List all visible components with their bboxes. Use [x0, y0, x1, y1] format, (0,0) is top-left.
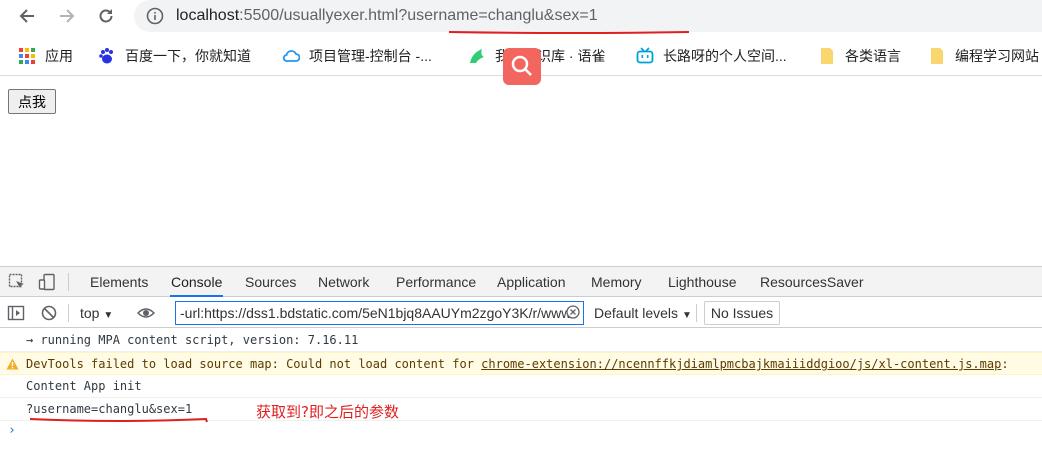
- warning-icon: [6, 358, 19, 370]
- issues-button[interactable]: No Issues: [704, 301, 780, 325]
- annotation-note: 获取到?即之后的参数: [256, 403, 399, 421]
- url-host: localhost: [176, 7, 240, 24]
- info-icon[interactable]: [146, 7, 164, 25]
- tab-lighthouse[interactable]: Lighthouse: [668, 267, 737, 297]
- reload-button[interactable]: [92, 2, 120, 30]
- url-text[interactable]: localhost:5500/usuallyexer.html?username…: [176, 5, 598, 27]
- clear-console-icon[interactable]: [40, 304, 58, 322]
- console-toolbar: top ▼ -url:https://dss1.bdstatic.com/5eN…: [0, 298, 1042, 328]
- levels-label: Default levels: [594, 305, 679, 321]
- bilibili-tv-icon: [636, 47, 654, 64]
- floating-search-widget[interactable]: [503, 48, 541, 85]
- sidebar-toggle-icon[interactable]: [7, 304, 25, 322]
- tab-memory[interactable]: Memory: [591, 267, 642, 297]
- click-me-button[interactable]: 点我: [8, 89, 56, 114]
- tab-sources[interactable]: Sources: [245, 267, 296, 297]
- tab-performance[interactable]: Performance: [396, 267, 476, 297]
- back-button[interactable]: [13, 2, 41, 30]
- log-levels-dropdown[interactable]: Default levels ▼: [594, 303, 692, 323]
- console-message: Content App init: [0, 375, 1042, 398]
- toolbar-divider: [68, 273, 69, 291]
- message-text: → running MPA content script, version: 7…: [26, 333, 359, 347]
- eye-icon[interactable]: [137, 304, 155, 322]
- bookmark-label: 编程学习网站: [955, 48, 1039, 64]
- result-red-underline: [30, 417, 208, 423]
- cloud-icon: [282, 50, 300, 62]
- toolbar-divider: [696, 304, 697, 322]
- console-prompt[interactable]: ›: [8, 423, 16, 438]
- device-toolbar-icon[interactable]: [38, 273, 56, 291]
- forward-button[interactable]: [53, 2, 81, 30]
- back-arrow-icon: [19, 9, 34, 23]
- bookmark-baidu[interactable]: 百度一下，你就知道: [98, 45, 251, 67]
- tab-application[interactable]: Application: [497, 267, 566, 297]
- devtools-panel: Elements Console Sources Network Perform…: [0, 266, 1042, 454]
- yuque-bird-icon: [470, 49, 484, 63]
- dropdown-arrow-icon: ▼: [681, 310, 692, 321]
- inspect-element-icon[interactable]: [8, 273, 26, 291]
- context-selector[interactable]: top ▼: [80, 303, 113, 323]
- tab-resourcessaver[interactable]: ResourcesSaver: [760, 267, 864, 297]
- bookmark-label: 各类语言: [845, 48, 901, 64]
- bookmark-apps[interactable]: 应用: [18, 45, 73, 67]
- bookmark-label: 长路呀的个人空间...: [663, 48, 787, 64]
- tab-network[interactable]: Network: [318, 267, 369, 297]
- dropdown-arrow-icon: ▼: [103, 310, 114, 321]
- tab-console[interactable]: Console: [170, 267, 224, 297]
- console-warning: DevTools failed to load source map: Coul…: [0, 352, 1042, 375]
- source-map-link[interactable]: chrome-extension://ncennffkjdiamlpmcbajk…: [481, 357, 1001, 371]
- warning-suffix: :: [1001, 357, 1009, 371]
- apps-grid-icon: [19, 48, 35, 64]
- bookmark-label: 百度一下，你就知道: [125, 48, 251, 64]
- bookmark-folder-languages[interactable]: 各类语言: [818, 45, 901, 67]
- bookmark-label: 项目管理-控制台 -...: [309, 48, 432, 64]
- toolbar-divider: [68, 304, 69, 322]
- url-red-underline: [449, 31, 689, 34]
- browser-toolbar: localhost:5500/usuallyexer.html?username…: [0, 0, 1042, 34]
- devtools-tab-bar: Elements Console Sources Network Perform…: [0, 267, 1042, 297]
- console-message: → running MPA content script, version: 7…: [0, 329, 1042, 352]
- bookmark-bilibili[interactable]: 长路呀的个人空间...: [636, 45, 787, 67]
- bookmark-project-console[interactable]: 项目管理-控制台 -...: [282, 45, 432, 67]
- forward-arrow-icon: [60, 9, 75, 23]
- reload-icon: [99, 9, 113, 23]
- bookmark-label: 应用: [45, 48, 73, 64]
- baidu-paw-icon: [99, 48, 113, 64]
- warning-text: DevTools failed to load source map: Coul…: [26, 357, 482, 371]
- clear-filter-icon[interactable]: [566, 305, 580, 319]
- bookmark-folder-learning-sites[interactable]: 编程学习网站: [928, 45, 1039, 67]
- message-text: Content App init: [26, 379, 142, 393]
- context-value: top: [80, 305, 100, 321]
- message-text: DevTools failed to load source map: Coul…: [26, 353, 1009, 374]
- console-messages: → running MPA content script, version: 7…: [0, 329, 1042, 454]
- url-path-query: :5500/usuallyexer.html?username=changlu&…: [239, 7, 598, 24]
- omnibox[interactable]: localhost:5500/usuallyexer.html?username…: [134, 0, 1042, 32]
- tab-elements[interactable]: Elements: [90, 267, 148, 297]
- folder-icon: [821, 48, 833, 64]
- search-icon: [511, 55, 532, 76]
- folder-icon: [931, 48, 943, 64]
- console-filter-input[interactable]: -url:https://dss1.bdstatic.com/5eN1bjq8A…: [175, 301, 584, 325]
